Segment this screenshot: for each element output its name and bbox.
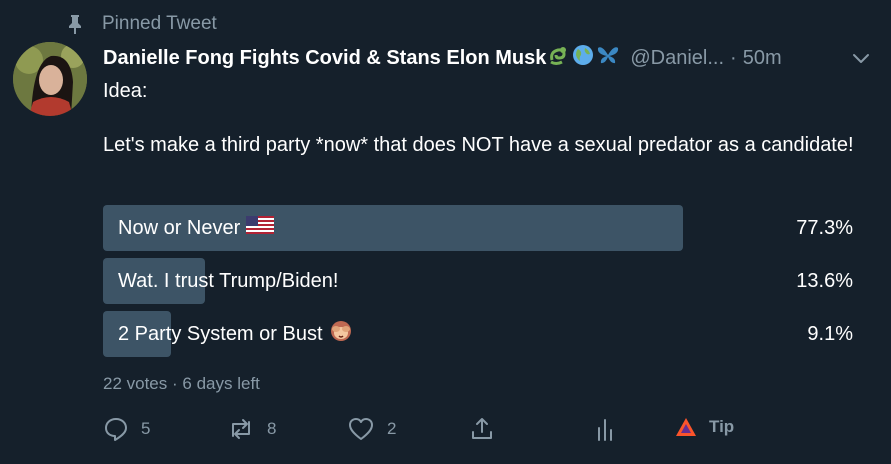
avatar[interactable] (13, 42, 87, 116)
pin-icon (64, 12, 86, 36)
butterfly-emoji (596, 44, 620, 72)
poll-option: Wat. I trust Trump/Biden! 13.6% (103, 258, 853, 304)
poll: Now or Never 77.3% Wat. I trust Trump/Bi… (103, 205, 853, 364)
analytics-button[interactable] (595, 416, 615, 442)
poll-votes: 22 votes (103, 374, 168, 393)
poll-option-label: 2 Party System or Bust (103, 319, 353, 349)
tweet-actions: 5 8 2 Tip (103, 416, 743, 446)
reply-count: 5 (141, 419, 151, 438)
poll-option-percent: 13.6% (796, 270, 853, 292)
poll-time-left: 6 days left (182, 374, 260, 393)
chevron-down-icon[interactable] (849, 46, 873, 70)
share-icon (469, 416, 495, 442)
retweet-button[interactable]: 8 (227, 416, 276, 442)
retweet-icon (227, 416, 255, 442)
poll-option: 2 Party System or Bust 9.1% (103, 311, 853, 357)
reply-icon (103, 416, 129, 442)
heart-icon (347, 416, 375, 442)
share-button[interactable] (469, 416, 495, 442)
pinned-indicator: Pinned Tweet (64, 12, 217, 36)
see-no-evil-monkey-emoji (329, 319, 353, 349)
reply-button[interactable]: 5 (103, 416, 150, 442)
tip-button[interactable]: Tip (675, 416, 734, 438)
tweet-text: Idea: Let's make a third party *now* tha… (103, 78, 863, 159)
poll-option-percent: 77.3% (796, 217, 853, 239)
poll-meta: 22 votes · 6 days left (103, 374, 260, 394)
poll-option-label: Now or Never (103, 216, 275, 240)
author-display-name[interactable]: Danielle Fong Fights Covid & Stans Elon … (103, 47, 546, 70)
tip-icon (675, 416, 697, 438)
us-flag-emoji (246, 216, 275, 240)
dragon-emoji (548, 44, 570, 72)
name-emojis (548, 44, 620, 72)
retweet-count: 8 (267, 419, 277, 438)
tip-label: Tip (709, 417, 735, 436)
like-button[interactable]: 2 (347, 416, 396, 442)
poll-meta-separator: · (172, 374, 178, 393)
tweet-timestamp[interactable]: 50m (743, 47, 782, 70)
tweet-card[interactable]: Pinned Tweet Danielle Fong Fights Covid … (0, 0, 891, 464)
header-separator: · (730, 46, 737, 69)
analytics-icon (595, 416, 615, 442)
pinned-label: Pinned Tweet (102, 13, 217, 34)
poll-option-label: Wat. I trust Trump/Biden! (118, 269, 339, 292)
poll-option-percent: 9.1% (807, 323, 853, 345)
like-count: 2 (387, 419, 397, 438)
poll-option: Now or Never 77.3% (103, 205, 853, 251)
tweet-text-line-2: Let's make a third party *now* that does… (103, 134, 854, 156)
globe-emoji (572, 44, 594, 72)
tweet-text-line-1: Idea: (103, 80, 148, 102)
tweet-header: Danielle Fong Fights Covid & Stans Elon … (103, 44, 873, 72)
author-handle[interactable]: @Daniel... (630, 47, 724, 70)
